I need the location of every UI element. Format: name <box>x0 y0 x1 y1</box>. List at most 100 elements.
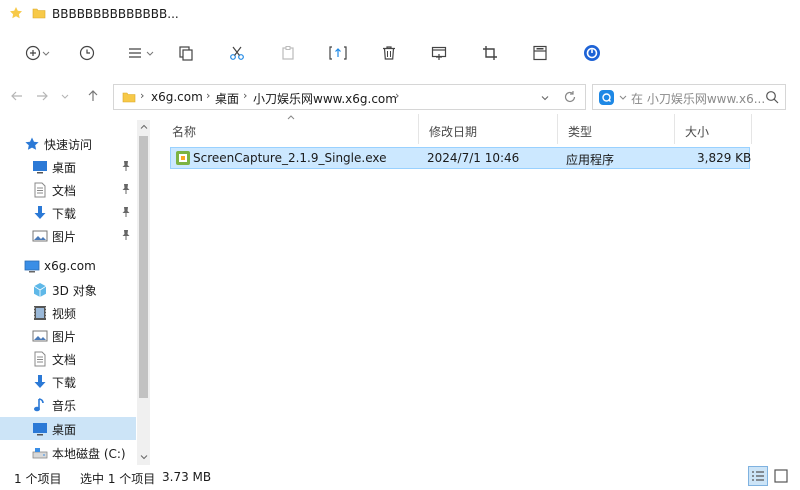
app-button[interactable] <box>579 40 605 66</box>
file-list: 名称 修改日期 类型 大小 ScreenCapture_2.1.9_Single… <box>162 114 800 464</box>
trash-icon <box>383 46 395 60</box>
nav-item-documents[interactable]: 文档 <box>0 178 136 201</box>
copy-button[interactable] <box>174 40 198 66</box>
search-placeholder: 在 小刀娱乐网www.x6... <box>631 92 766 106</box>
nav-label: x6g.com <box>44 259 96 273</box>
nav-this-pc[interactable]: x6g.com <box>0 255 136 278</box>
nav-item-documents[interactable]: 文档 <box>0 347 136 370</box>
breadcrumb-separator[interactable]: › <box>395 89 399 102</box>
up-arrow-icon[interactable] <box>86 89 100 103</box>
rename-button[interactable] <box>326 40 350 66</box>
status-selected-size: 3.73 MB <box>162 470 212 484</box>
share-button[interactable] <box>427 40 451 66</box>
column-header-name[interactable]: 名称 <box>162 114 419 144</box>
breadcrumb-separator[interactable]: › <box>140 89 144 102</box>
list-menu-icon <box>129 48 154 58</box>
cut-button[interactable] <box>225 40 249 66</box>
pin-icon[interactable] <box>121 183 131 195</box>
recent-button[interactable] <box>74 40 100 66</box>
cube-icon <box>33 283 47 297</box>
pin-icon[interactable] <box>121 160 131 172</box>
folder-icon <box>122 92 136 103</box>
status-selected: 选中 1 个项目 <box>80 472 156 486</box>
nav-label: 桌面 <box>52 423 77 437</box>
download-icon <box>34 375 46 388</box>
nav-item-videos[interactable]: 视频 <box>0 301 136 324</box>
nav-item-desktop[interactable]: 桌面 <box>0 155 136 178</box>
picture-icon <box>32 330 48 342</box>
breadcrumb-separator[interactable]: › <box>243 89 247 102</box>
breadcrumb-folder[interactable]: 小刀娱乐网www.x6g.com <box>253 90 397 107</box>
pin-icon[interactable] <box>121 206 131 218</box>
download-icon <box>34 206 46 219</box>
nav-item-music[interactable]: 音乐 <box>0 393 136 416</box>
nav-item-3d-objects[interactable]: 3D 对象 <box>0 278 136 301</box>
nav-scrollbar[interactable] <box>137 120 150 465</box>
document-icon <box>34 182 46 198</box>
column-label: 名称 <box>172 125 197 139</box>
star-icon[interactable] <box>9 6 23 20</box>
breadcrumb-computer[interactable]: x6g.com <box>151 90 203 104</box>
search-icon[interactable] <box>765 90 779 104</box>
nav-item-pictures[interactable]: 图片 <box>0 324 136 347</box>
app-exe-icon <box>176 151 190 165</box>
refresh-icon[interactable] <box>563 90 577 104</box>
nav-quick-access[interactable]: 快速访问 <box>0 132 136 155</box>
nav-item-local-disk[interactable]: 本地磁盘 (C:) <box>0 441 136 464</box>
chevron-up-icon[interactable] <box>140 123 148 131</box>
column-label: 修改日期 <box>429 125 478 139</box>
nav-item-downloads[interactable]: 下载 <box>0 201 136 224</box>
chevron-down-icon[interactable] <box>618 91 628 103</box>
recent-locations-chevron-icon[interactable] <box>58 89 72 103</box>
copy-icon <box>179 46 193 61</box>
chevron-down-icon[interactable] <box>539 92 551 104</box>
crop-button[interactable] <box>478 40 502 66</box>
new-button[interactable] <box>22 40 58 66</box>
picture-icon <box>32 230 48 242</box>
sort-ascending-icon <box>287 115 295 120</box>
back-arrow-icon[interactable] <box>10 89 24 103</box>
computer-icon <box>24 260 40 273</box>
app-logo-icon <box>584 45 600 61</box>
breadcrumb-desktop[interactable]: 桌面 <box>215 90 239 107</box>
nav-label: 视频 <box>52 307 77 321</box>
properties-button[interactable] <box>528 40 552 66</box>
nav-label: 图片 <box>52 330 77 344</box>
nav-label: 文档 <box>52 353 77 367</box>
paste-button[interactable] <box>276 40 300 66</box>
window-title: BBBBBBBBBBBBBB... <box>52 7 179 21</box>
paste-icon <box>282 46 294 60</box>
large-icons-view-button[interactable] <box>771 466 791 486</box>
chevron-down-icon[interactable] <box>140 453 148 461</box>
column-header-modified[interactable]: 修改日期 <box>419 114 558 144</box>
status-bar: 1 个项目 选中 1 个项目 3.73 MB <box>0 464 800 490</box>
table-row[interactable]: ScreenCapture_2.1.9_Single.exe 2024/7/1 … <box>170 147 751 169</box>
column-header-type[interactable]: 类型 <box>558 114 675 144</box>
nav-label: 本地磁盘 (C:) <box>52 447 126 461</box>
view-menu-button[interactable] <box>126 40 158 66</box>
address-bar[interactable]: › x6g.com › 桌面 › 小刀娱乐网www.x6g.com › <box>113 84 586 110</box>
nav-label: 图片 <box>52 230 77 244</box>
file-modified: 2024/7/1 10:46 <box>427 151 520 165</box>
nav-label: 下载 <box>52 376 77 390</box>
command-bar <box>0 34 800 72</box>
search-box[interactable]: 在 小刀娱乐网www.x6... <box>592 84 786 110</box>
desktop-icon <box>33 161 47 174</box>
nav-label: 文档 <box>52 184 77 198</box>
search-provider-icon[interactable] <box>599 90 614 105</box>
details-view-button[interactable] <box>748 466 768 486</box>
column-header-size[interactable]: 大小 <box>675 114 752 144</box>
nav-item-downloads[interactable]: 下载 <box>0 370 136 393</box>
details-view-icon <box>752 471 764 481</box>
nav-item-desktop[interactable]: 桌面 <box>0 417 136 440</box>
window-add-icon <box>431 46 447 60</box>
breadcrumb-separator[interactable]: › <box>206 89 210 102</box>
forward-arrow-icon[interactable] <box>35 89 49 103</box>
scrollbar-thumb[interactable] <box>139 136 148 398</box>
crop-icon <box>483 46 497 60</box>
nav-item-pictures[interactable]: 图片 <box>0 224 136 247</box>
video-icon <box>34 306 46 320</box>
pin-icon[interactable] <box>121 229 131 241</box>
delete-button[interactable] <box>377 40 401 66</box>
nav-label: 快速访问 <box>44 138 93 152</box>
